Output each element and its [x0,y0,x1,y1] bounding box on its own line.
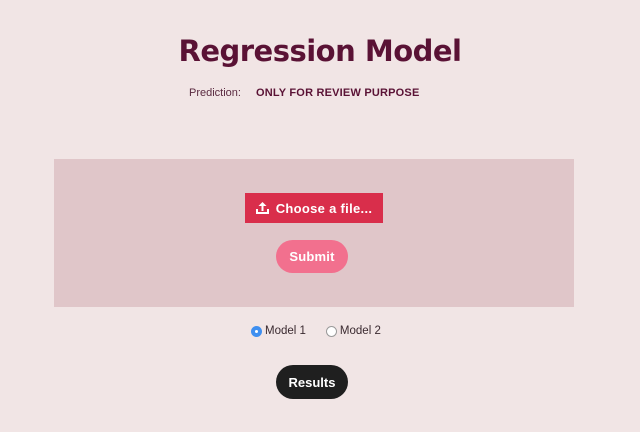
model-radio-group: Model 1 Model 2 [251,325,381,337]
prediction-label: Prediction: [189,87,241,99]
model-2-label: Model 2 [339,325,381,337]
model-1-option[interactable]: Model 1 [251,325,306,337]
results-button[interactable]: Results [276,365,348,399]
model-2-option[interactable]: Model 2 [325,325,381,337]
prediction-row: Prediction: ONLY FOR REVIEW PURPOSE [189,87,420,99]
prediction-value: ONLY FOR REVIEW PURPOSE [255,87,420,99]
page: Regression Model Prediction: ONLY FOR RE… [0,0,640,432]
model-1-radio[interactable] [251,325,262,337]
choose-file-button[interactable]: Choose a file... [245,193,383,223]
page-title: Regression Model [178,34,462,68]
upload-panel [54,159,574,307]
model-1-label: Model 1 [265,325,306,337]
upload-icon [255,202,269,214]
model-2-radio[interactable] [325,325,337,337]
choose-file-label: Choose a file... [275,200,373,216]
submit-button[interactable]: Submit [276,240,348,273]
